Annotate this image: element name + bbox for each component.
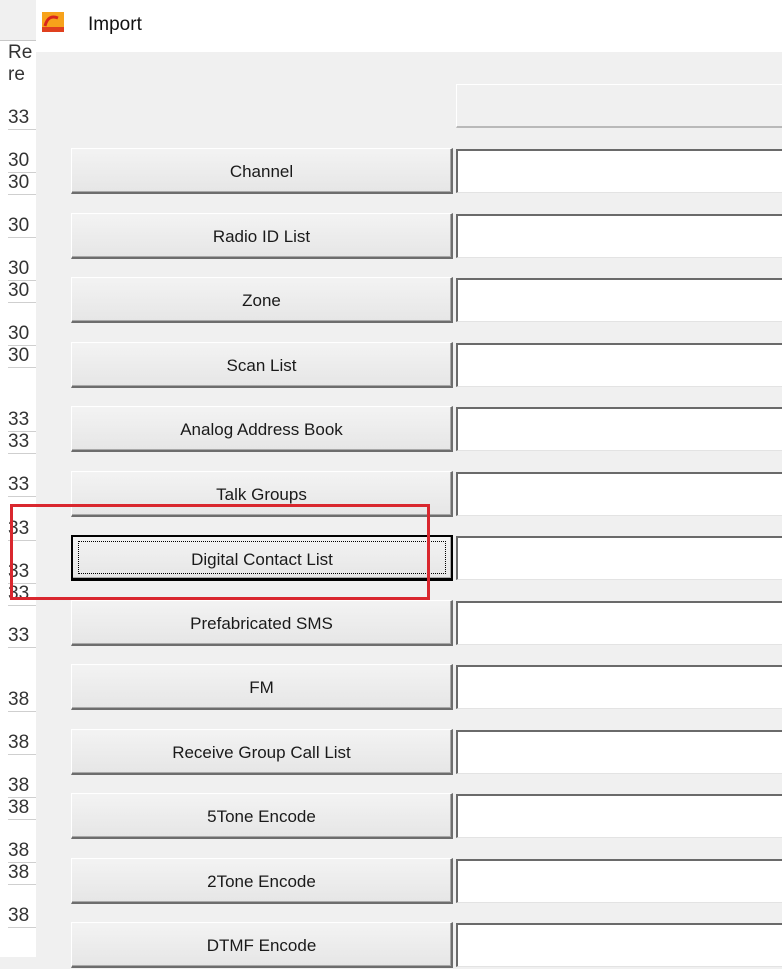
background-row-divider — [8, 194, 36, 195]
background-row-cell: 30 — [8, 345, 30, 366]
background-row-divider — [8, 711, 36, 712]
import-button-channel[interactable]: Channel — [71, 148, 453, 194]
import-button-radio-id-list[interactable]: Radio ID List — [71, 213, 453, 259]
background-row-cell: 33 — [8, 431, 30, 452]
file-path-field[interactable] — [456, 730, 782, 774]
import-button-fm[interactable]: FM — [71, 664, 453, 710]
file-path-field[interactable] — [456, 343, 782, 387]
background-row-cell: 38 — [8, 862, 30, 883]
file-path-field[interactable] — [456, 407, 782, 451]
file-path-field[interactable] — [456, 665, 782, 709]
background-row-cell: 30 — [8, 150, 30, 171]
import-button-label: Prefabricated SMS — [190, 614, 333, 633]
import-button-5tone-encode[interactable]: 5Tone Encode — [71, 793, 453, 839]
background-row-divider — [8, 647, 36, 648]
import-dialog: Import Channel Radio ID List Zone Scan List… — [36, 0, 782, 968]
import-button-zone[interactable]: Zone — [71, 277, 453, 323]
import-button-label: Channel — [229, 162, 294, 181]
focus-ring — [78, 541, 446, 574]
background-row-cell: 30 — [8, 280, 30, 301]
background-row-cell: 30 — [8, 258, 30, 279]
import-button-label: Radio ID List — [212, 227, 311, 246]
import-button-talk-groups[interactable]: Talk Groups — [71, 471, 453, 517]
file-path-field[interactable] — [456, 923, 782, 967]
background-row-divider — [8, 540, 36, 541]
import-button-label: Zone — [242, 291, 281, 310]
background-row-cell: 30 — [8, 172, 30, 193]
background-row-cell: 38 — [8, 905, 30, 926]
background-list: Re re 33 30 30 30 30 30 30 30 33 33 33 33 33 33 33 38 38… — [0, 0, 37, 957]
background-row-cell: 38 — [8, 840, 30, 861]
file-path-field[interactable] — [456, 601, 782, 645]
app-logo-icon — [42, 12, 64, 32]
background-row-divider — [8, 237, 36, 238]
background-row-cell: 33 — [8, 561, 30, 582]
import-button-2tone-encode[interactable]: 2Tone Encode — [71, 858, 453, 904]
background-row-cell: 38 — [8, 689, 30, 710]
import-button-label: 2Tone Encode — [207, 872, 316, 891]
import-button-prefabricated-sms[interactable]: Prefabricated SMS — [71, 600, 453, 646]
background-row-cell: 33 — [8, 107, 30, 128]
background-row-cell: 33 — [8, 474, 30, 495]
import-button-label: Receive Group Call List — [172, 743, 351, 762]
background-row-cell: 33 — [8, 409, 30, 430]
background-row-divider — [8, 819, 36, 820]
background-row-cell: 38 — [8, 775, 30, 796]
file-path-field[interactable] — [456, 149, 782, 193]
file-path-field[interactable] — [456, 536, 782, 580]
import-button-label: FM — [249, 678, 274, 697]
background-row-cell: 30 — [8, 323, 30, 344]
background-row-divider — [8, 129, 36, 130]
background-row-divider — [8, 496, 36, 497]
file-path-field[interactable] — [456, 859, 782, 903]
import-button-label: Talk Groups — [216, 485, 307, 504]
import-button-scan-list[interactable]: Scan List — [71, 342, 453, 388]
background-row-divider — [8, 884, 36, 885]
import-button-label: DTMF Encode — [206, 936, 317, 955]
background-row-cell: 33 — [8, 583, 30, 604]
background-row-cell: 30 — [8, 215, 30, 236]
import-button-label: Analog Address Book — [180, 420, 343, 439]
dialog-client-area: Channel Radio ID List Zone Scan List Analog … — [36, 52, 782, 968]
import-button-label: 5Tone Encode — [207, 807, 316, 826]
file-path-field[interactable] — [456, 278, 782, 322]
background-row-cell: 33 — [8, 625, 30, 646]
background-row-cell: 38 — [8, 732, 30, 753]
import-button-digital-contact-list[interactable]: Digital Contact List — [71, 535, 453, 581]
background-row-divider — [8, 453, 36, 454]
window-title: Import — [88, 14, 142, 35]
import-button-receive-group-call-list[interactable]: Receive Group Call List — [71, 729, 453, 775]
background-row-cell: 38 — [8, 797, 30, 818]
background-row-divider — [8, 605, 36, 606]
background-row-divider — [8, 754, 36, 755]
file-path-field[interactable] — [456, 794, 782, 838]
background-row-divider — [8, 367, 36, 368]
file-path-header — [456, 84, 782, 128]
file-path-field[interactable] — [456, 214, 782, 258]
background-row-divider — [8, 927, 36, 928]
background-list-toolbar — [0, 0, 36, 41]
import-button-label: Scan List — [226, 356, 297, 375]
background-header-2: re — [8, 64, 25, 85]
import-button-dtmf-encode[interactable]: DTMF Encode — [71, 922, 453, 968]
import-button-analog-address-book[interactable]: Analog Address Book — [71, 406, 453, 452]
file-path-field[interactable] — [456, 472, 782, 516]
background-row-divider — [8, 302, 36, 303]
background-header-1: Re — [8, 42, 33, 63]
title-bar[interactable]: Import — [36, 0, 782, 52]
background-row-cell: 33 — [8, 518, 30, 539]
